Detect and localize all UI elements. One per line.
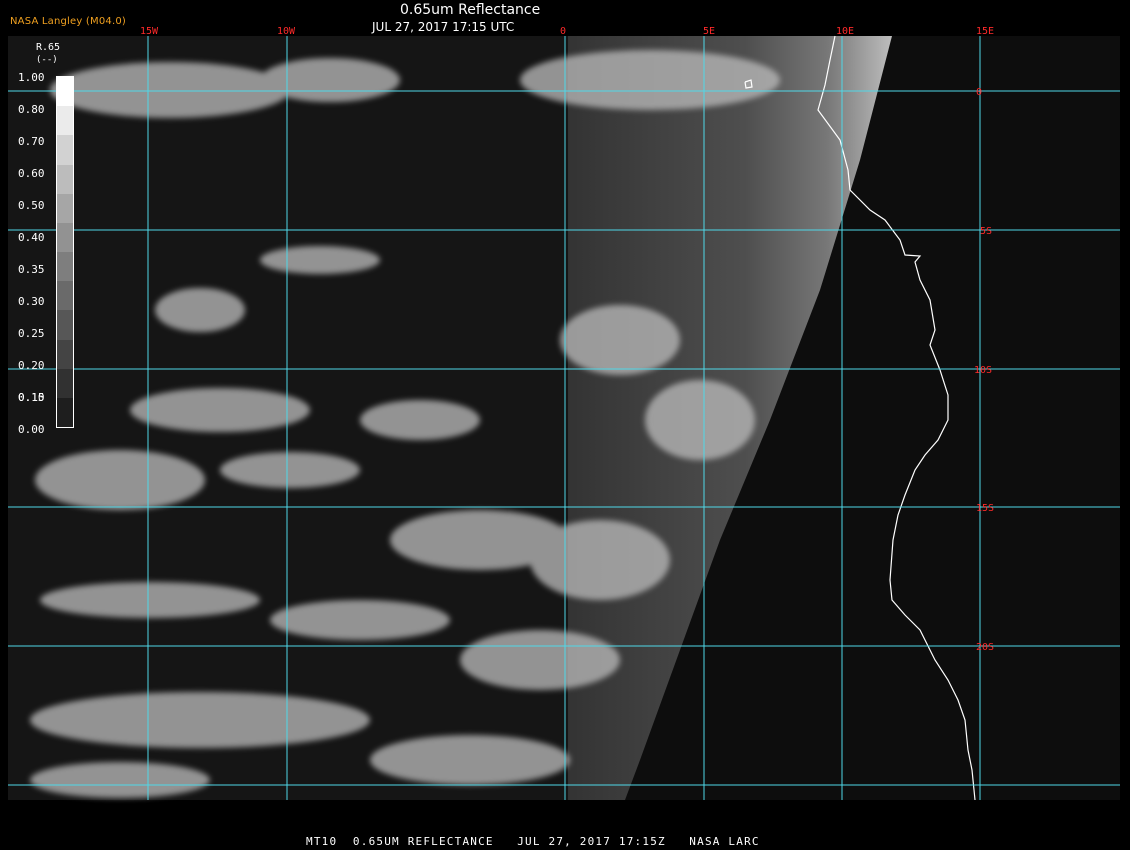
legend-tick: 0.50 — [18, 199, 45, 212]
legend-tick: 0.80 — [18, 103, 45, 116]
legend-tick: 0.00 — [18, 423, 45, 436]
lon-label-10e: 10E — [836, 26, 854, 37]
lat-label-10s: 10S — [974, 365, 992, 376]
legend-colorbar — [56, 76, 74, 428]
lon-label-0: 0 — [560, 26, 566, 37]
lat-label-15s: 15S — [976, 503, 994, 514]
footer-caption: MT10 0.65UM REFLECTANCE JUL 27, 2017 17:… — [306, 835, 760, 848]
lat-label-20s: 20S — [976, 642, 994, 653]
legend-tick: 0.35 — [18, 263, 45, 276]
legend-tick: 0.60 — [18, 167, 45, 180]
legend-unit: (--) — [36, 55, 58, 65]
lon-label-5e: 5E — [703, 26, 715, 37]
legend-tick: 0.30 — [18, 295, 45, 308]
legend-tick: 0.40 — [18, 231, 45, 244]
lon-label-10w: 10W — [277, 26, 296, 37]
satellite-image-page: { "header": { "org": "NASA Langley (M04.… — [0, 0, 1130, 850]
reflectance-legend: R.65 (--) 1.00 0.80 0.70 0.60 0.50 0.40 … — [10, 40, 76, 440]
legend-title: R.65 — [36, 42, 61, 53]
legend-tick: 0.10 — [18, 391, 45, 404]
map-overlay: 15W 10W 0 5E 10E 15E 0 5S 10S 15S 20S — [8, 26, 1120, 801]
lon-label-15e: 15E — [976, 26, 994, 37]
lat-label-0: 0 — [976, 87, 982, 98]
legend-tick: 0.25 — [18, 327, 45, 340]
legend-tick: 0.70 — [18, 135, 45, 148]
lon-label-15w: 15W — [140, 26, 159, 37]
lat-label-5s: 5S — [980, 226, 992, 237]
legend-tick: 0.20 — [18, 359, 45, 372]
legend-tick: 1.00 — [18, 71, 45, 84]
